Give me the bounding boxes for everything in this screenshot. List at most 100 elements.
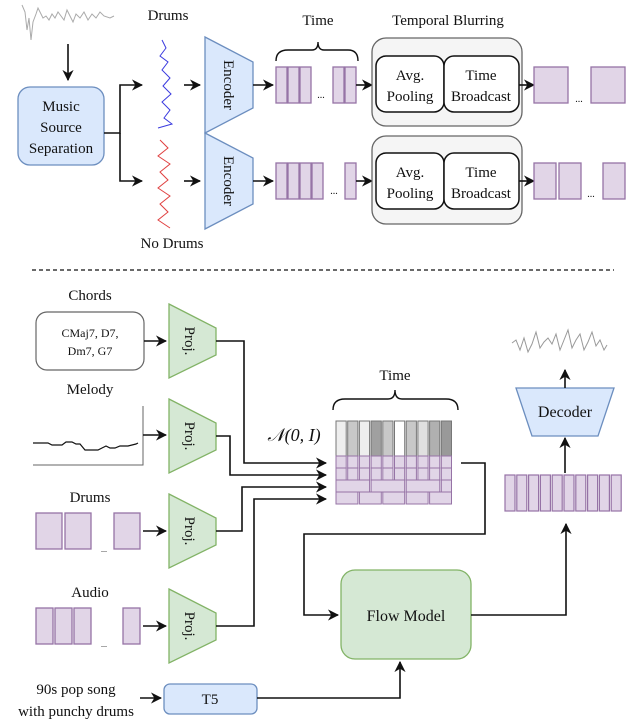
no-drums-waveform-icon (157, 139, 171, 229)
arrow-to-no-drums (119, 133, 144, 187)
ellipsis: ... (575, 94, 583, 105)
noise-columns (335, 420, 452, 457)
time-broadcast-line-2: Broadcast (451, 186, 512, 202)
conditioning-cell (405, 467, 417, 481)
output-token (551, 474, 563, 512)
output-token (504, 474, 516, 512)
avg-pooling-line-2: Pooling (387, 89, 434, 105)
separation-line-2: Source (40, 120, 82, 136)
conditioning-cell (417, 455, 429, 469)
prompt-line-2: with punchy drums (18, 704, 134, 720)
conditioning-cell (440, 479, 452, 493)
conditioning-cell (370, 455, 382, 469)
conditioning-cell (370, 479, 406, 493)
conditioning-cell (440, 455, 452, 469)
noise-column (429, 420, 441, 457)
noise-column (370, 420, 382, 457)
conditioning-cell (417, 467, 429, 481)
proj-audio: Proj. (168, 587, 217, 665)
output-token (598, 474, 611, 512)
proj-label: Proj. (181, 612, 197, 641)
conditioning-cell (358, 455, 371, 469)
proj-label: Proj. (181, 517, 197, 546)
ellipsis: ... (317, 90, 325, 101)
no-drums-token-sequence (275, 162, 357, 200)
conditioning-rows (335, 455, 453, 505)
ellipsis: ... (330, 186, 338, 197)
temporal-blurring-label: Temporal Blurring (392, 13, 504, 29)
conditioning-cell (347, 467, 359, 481)
proj-label: Proj. (181, 422, 197, 451)
drums-waveform-icon (157, 39, 174, 129)
ellipsis: ... (101, 545, 107, 554)
drums-token-sequence (275, 66, 357, 104)
chords-text-line-1: CMaj7, D7, (62, 326, 119, 340)
audio-input-tokens (35, 607, 141, 645)
proj-chords: Proj. (168, 302, 217, 380)
time-broadcast-line-1: Time (465, 165, 496, 181)
conditioning-cell (382, 491, 406, 505)
time-brace-bottom (332, 389, 459, 411)
time-broadcast-line-1: Time (465, 68, 496, 84)
conditioning-cell (382, 467, 394, 481)
output-token (610, 474, 622, 512)
noise-column (405, 420, 417, 457)
wire-t5-to-flow (257, 660, 406, 699)
conditioning-cell (335, 467, 347, 481)
time-brace-top (275, 41, 359, 62)
arrow-to-drums (104, 79, 144, 134)
conditioning-cell (405, 491, 429, 505)
proj-melody: Proj. (168, 397, 217, 475)
separation-line-3: Separation (29, 141, 94, 157)
melody-axes (33, 406, 144, 466)
decoder-label: Decoder (538, 404, 593, 421)
separation-line-1: Music (42, 99, 80, 115)
output-token (575, 474, 587, 512)
drums-input-tokens (35, 512, 141, 550)
wire-flow-to-output (471, 522, 572, 616)
t5-label: T5 (202, 692, 219, 708)
drums-stem-label: Drums (148, 8, 189, 24)
blurred-no-drums-tokens (533, 162, 626, 200)
conditioning-cell (335, 491, 359, 505)
noise-column (382, 420, 394, 457)
prompt-line-1: 90s pop song (36, 682, 116, 698)
conditioning-cell (370, 467, 382, 481)
output-waveform-icon (511, 328, 608, 354)
ellipsis: ... (101, 640, 107, 649)
encoder-drums-label: Encoder (220, 60, 236, 110)
chords-label: Chords (68, 288, 112, 304)
conditioning-cell (382, 455, 394, 469)
melody-label: Melody (67, 382, 114, 398)
conditioning-cell (335, 455, 347, 469)
chords-box (35, 311, 145, 371)
audio-input-label: Audio (71, 585, 109, 601)
output-token (516, 474, 528, 512)
conditioning-cell (335, 479, 371, 493)
proj-drums: Proj. (168, 492, 217, 570)
avg-pooling-line-1: Avg. (396, 68, 424, 84)
output-token (563, 474, 575, 512)
mixture-waveform-icon (21, 4, 115, 41)
time-broadcast-line-2: Broadcast (451, 89, 512, 105)
avg-pooling-line-1: Avg. (396, 165, 424, 181)
conditioning-cell (358, 491, 382, 505)
noise-column (417, 420, 429, 457)
noise-distribution-label: 𝒩(0, I) (267, 425, 320, 446)
wire-drums (216, 481, 328, 532)
encoder-no-drums-label: Encoder (220, 156, 236, 206)
output-token (586, 474, 599, 512)
conditioning-cell (429, 467, 441, 481)
output-latent-tokens (504, 474, 622, 512)
conditioning-cell (429, 491, 453, 505)
conditioning-cell (358, 467, 371, 481)
noise-column (335, 420, 347, 457)
noise-column (394, 420, 406, 457)
flow-model-label: Flow Model (367, 608, 446, 625)
drums-input-label: Drums (70, 490, 111, 506)
noise-column (440, 420, 452, 457)
avg-pooling-line-2: Pooling (387, 186, 434, 202)
conditioning-cell (405, 479, 441, 493)
conditioning-cell (394, 455, 406, 469)
ellipsis: ... (587, 189, 595, 200)
